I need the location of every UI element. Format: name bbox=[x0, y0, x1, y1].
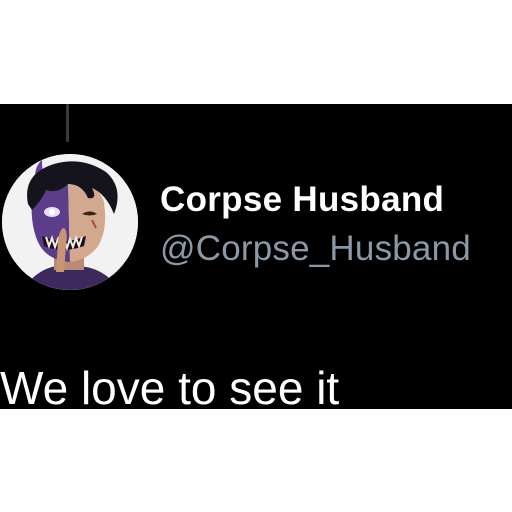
tweet-card[interactable]: Corpse Husband @Corpse_Husband We love t… bbox=[0, 104, 512, 409]
author-avatar[interactable] bbox=[2, 154, 138, 290]
thread-connector-line bbox=[66, 104, 69, 142]
tweet-body-text: We love to see it bbox=[0, 362, 340, 409]
author-handle[interactable]: @Corpse_Husband bbox=[160, 228, 471, 270]
author-display-name[interactable]: Corpse Husband bbox=[160, 180, 444, 220]
avatar-illustration-icon bbox=[2, 154, 138, 290]
